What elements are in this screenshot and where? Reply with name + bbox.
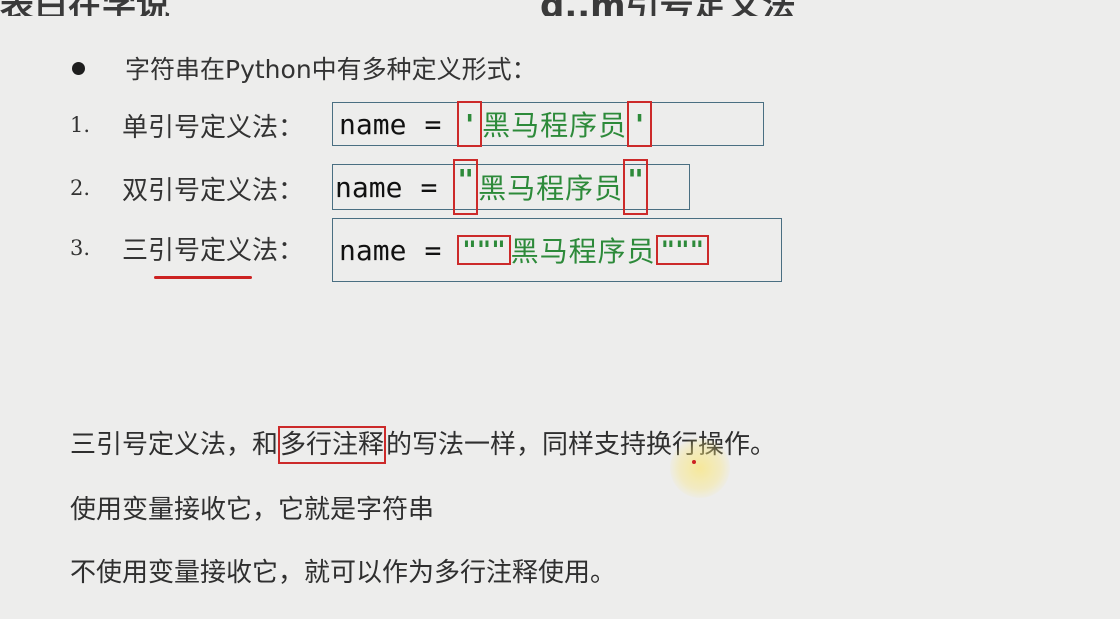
intro-bullet: 字符串在Python中有多种定义形式：	[70, 48, 537, 88]
quote-close-highlight: '	[627, 101, 653, 147]
definition-row-double-quote: 2. 双引号定义法： name = " 黑马程序员 "	[70, 159, 690, 215]
code-variable: name	[339, 107, 407, 141]
quote-open-highlight: "	[453, 159, 479, 215]
definition-row-single-quote: 1. 单引号定义法： name = ' 黑马程序员 '	[70, 101, 764, 147]
quote-open-highlight: '	[457, 101, 483, 147]
quote-close-highlight: """	[655, 235, 710, 265]
code-equals: =	[424, 107, 442, 141]
definition-label: 单引号定义法：	[122, 112, 305, 143]
code-variable: name	[339, 233, 407, 267]
quote-close-highlight: "	[623, 159, 649, 215]
code-example-box: name = """ 黑马程序员 """	[332, 218, 782, 282]
note-line-3: 不使用变量接收它，就可以作为多行注释使用。	[70, 558, 617, 588]
pointer-highlight-icon	[670, 438, 730, 498]
code-example-box: name = ' 黑马程序员 '	[332, 101, 764, 147]
slide-title-right: d..m引号定义法	[540, 0, 796, 16]
slide-title-left: 表白在学说	[0, 0, 170, 16]
code-string: 黑马程序员	[482, 109, 628, 142]
bullet-dot-icon	[72, 61, 85, 75]
code-equals: =	[420, 170, 438, 204]
definition-label: 三引号定义法：	[122, 235, 305, 266]
pointer-dot-icon	[692, 460, 696, 464]
code-example-box: name = " 黑马程序员 "	[332, 159, 690, 215]
definition-number: 2.	[70, 176, 91, 200]
intro-text: 字符串在Python中有多种定义形式：	[125, 55, 537, 84]
note-line-1-before: 三引号定义法，和	[70, 430, 279, 460]
note-highlight-box: 多行注释	[278, 426, 387, 464]
definition-row-triple-quote: 3. 三引号定义法： name = """ 黑马程序员 """	[70, 218, 782, 282]
code-variable: name	[335, 170, 403, 204]
note-line-2: 使用变量接收它，它就是字符串	[70, 495, 435, 525]
note-line-1: 三引号定义法，和多行注释的写法一样，同样支持换行操作。	[70, 424, 776, 464]
code-string: 黑马程序员	[478, 172, 624, 205]
definition-number: 1.	[70, 113, 91, 137]
label-underline-annotation	[154, 276, 252, 279]
definition-number: 3.	[70, 236, 91, 260]
code-equals: =	[424, 233, 442, 267]
slide-title-bar: 表白在学说 d..m引号定义法	[0, 0, 1120, 16]
code-string: 黑马程序员	[510, 235, 656, 268]
quote-open-highlight: """	[457, 235, 511, 265]
definition-label: 双引号定义法：	[122, 175, 305, 206]
